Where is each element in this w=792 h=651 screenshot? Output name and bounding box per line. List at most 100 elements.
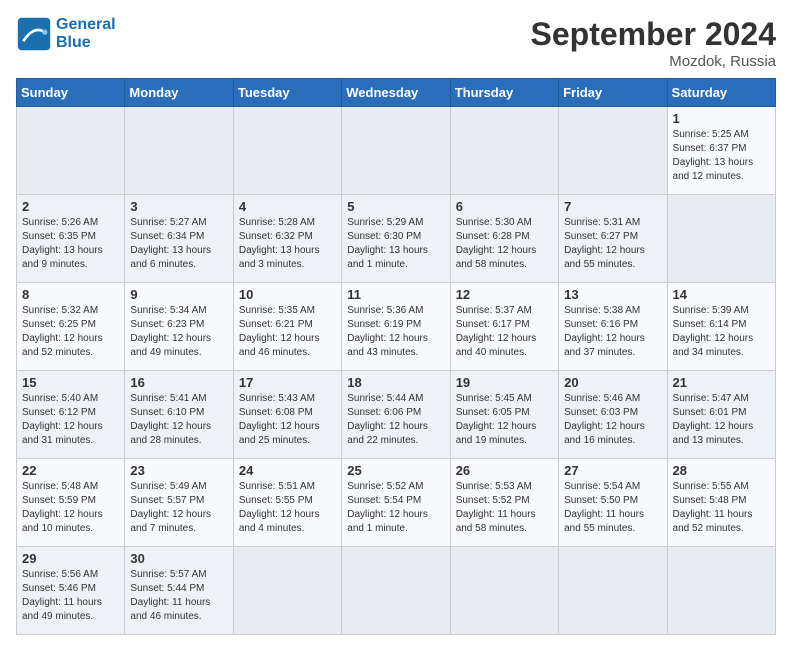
calendar-cell: 10 Sunrise: 5:35 AMSunset: 6:21 PMDayligh…: [233, 283, 341, 371]
day-number: 25: [347, 463, 444, 478]
calendar-cell: [667, 547, 775, 635]
cell-info: Sunrise: 5:46 AMSunset: 6:03 PMDaylight:…: [564, 392, 661, 448]
header-day-tuesday: Tuesday: [233, 79, 341, 107]
week-row-4: 15Sunrise: 5:40 AMSunset: 6:12 PMDayligh…: [17, 371, 776, 459]
calendar-cell: 12 Sunrise: 5:37 AMSunset: 6:17 PMDayligh…: [450, 283, 558, 371]
title-block: September 2024 Mozdok, Russia: [531, 16, 776, 70]
calendar-cell: 14Sunrise: 5:39 AMSunset: 6:14 PMDayligh…: [667, 283, 775, 371]
day-number: 1: [673, 111, 770, 126]
cell-info: Sunrise: 5:54 AMSunset: 5:50 PMDaylight:…: [564, 480, 661, 536]
calendar-cell: 26 Sunrise: 5:53 AMSunset: 5:52 PMDayligh…: [450, 459, 558, 547]
cell-info: Sunrise: 5:36 AMSunset: 6:19 PMDaylight:…: [347, 304, 444, 360]
calendar-cell: 30Sunrise: 5:57 AMSunset: 5:44 PMDayligh…: [125, 547, 233, 635]
week-row-1: 1 Sunrise: 5:25 AMSunset: 6:37 PMDaylight…: [17, 107, 776, 195]
day-number: 10: [239, 287, 336, 302]
week-row-2: 2Sunrise: 5:26 AMSunset: 6:35 PMDaylight…: [17, 195, 776, 283]
day-number: 26: [456, 463, 553, 478]
calendar-cell: [342, 547, 450, 635]
day-number: 5: [347, 199, 444, 214]
day-number: 18: [347, 375, 444, 390]
cell-info: Sunrise: 5:34 AMSunset: 6:23 PMDaylight:…: [130, 304, 227, 360]
calendar-cell: 18 Sunrise: 5:44 AMSunset: 6:06 PMDayligh…: [342, 371, 450, 459]
calendar-cell: 24Sunrise: 5:51 AMSunset: 5:55 PMDayligh…: [233, 459, 341, 547]
calendar-cell: 9 Sunrise: 5:34 AMSunset: 6:23 PMDaylight…: [125, 283, 233, 371]
cell-info: Sunrise: 5:26 AMSunset: 6:35 PMDaylight:…: [22, 216, 119, 272]
header-day-wednesday: Wednesday: [342, 79, 450, 107]
header-day-friday: Friday: [559, 79, 667, 107]
cell-info: Sunrise: 5:53 AMSunset: 5:52 PMDaylight:…: [456, 480, 553, 536]
day-number: 13: [564, 287, 661, 302]
cell-info: Sunrise: 5:49 AMSunset: 5:57 PMDaylight:…: [130, 480, 227, 536]
cell-info: Sunrise: 5:37 AMSunset: 6:17 PMDaylight:…: [456, 304, 553, 360]
month-title: September 2024: [531, 16, 776, 53]
day-number: 4: [239, 199, 336, 214]
cell-info: Sunrise: 5:40 AMSunset: 6:12 PMDaylight:…: [22, 392, 119, 448]
day-number: 29: [22, 551, 119, 566]
calendar-cell: 8 Sunrise: 5:32 AMSunset: 6:25 PMDaylight…: [17, 283, 125, 371]
day-number: 23: [130, 463, 227, 478]
calendar-table: SundayMondayTuesdayWednesdayThursdayFrid…: [16, 78, 776, 635]
cell-info: Sunrise: 5:57 AMSunset: 5:44 PMDaylight:…: [130, 568, 227, 624]
cell-info: Sunrise: 5:45 AMSunset: 6:05 PMDaylight:…: [456, 392, 553, 448]
header-day-sunday: Sunday: [17, 79, 125, 107]
calendar-cell: 21Sunrise: 5:47 AMSunset: 6:01 PMDayligh…: [667, 371, 775, 459]
calendar-cell: [667, 195, 775, 283]
cell-info: Sunrise: 5:41 AMSunset: 6:10 PMDaylight:…: [130, 392, 227, 448]
calendar-cell: 7 Sunrise: 5:31 AMSunset: 6:27 PMDaylight…: [559, 195, 667, 283]
cell-info: Sunrise: 5:31 AMSunset: 6:27 PMDaylight:…: [564, 216, 661, 272]
calendar-cell: [450, 547, 558, 635]
day-number: 3: [130, 199, 227, 214]
day-number: 22: [22, 463, 119, 478]
calendar-cell: 1 Sunrise: 5:25 AMSunset: 6:37 PMDaylight…: [667, 107, 775, 195]
cell-info: Sunrise: 5:30 AMSunset: 6:28 PMDaylight:…: [456, 216, 553, 272]
day-number: 7: [564, 199, 661, 214]
calendar-header: SundayMondayTuesdayWednesdayThursdayFrid…: [17, 79, 776, 107]
calendar-cell: [125, 107, 233, 195]
day-number: 16: [130, 375, 227, 390]
calendar-cell: 4 Sunrise: 5:28 AMSunset: 6:32 PMDaylight…: [233, 195, 341, 283]
cell-info: Sunrise: 5:43 AMSunset: 6:08 PMDaylight:…: [239, 392, 336, 448]
day-number: 28: [673, 463, 770, 478]
calendar-cell: 22 Sunrise: 5:48 AMSunset: 5:59 PMDayligh…: [17, 459, 125, 547]
calendar-cell: [450, 107, 558, 195]
calendar-cell: 28 Sunrise: 5:55 AMSunset: 5:48 PMDayligh…: [667, 459, 775, 547]
day-number: 21: [673, 375, 770, 390]
calendar-cell: [17, 107, 125, 195]
calendar-cell: [233, 107, 341, 195]
day-number: 9: [130, 287, 227, 302]
day-number: 17: [239, 375, 336, 390]
day-number: 8: [22, 287, 119, 302]
cell-info: Sunrise: 5:52 AMSunset: 5:54 PMDaylight:…: [347, 480, 444, 536]
cell-info: Sunrise: 5:56 AMSunset: 5:46 PMDaylight:…: [22, 568, 119, 624]
calendar-cell: [559, 547, 667, 635]
calendar-cell: 13Sunrise: 5:38 AMSunset: 6:16 PMDayligh…: [559, 283, 667, 371]
cell-info: Sunrise: 5:44 AMSunset: 6:06 PMDaylight:…: [347, 392, 444, 448]
logo-icon: [16, 16, 52, 52]
calendar-cell: [559, 107, 667, 195]
header-day-saturday: Saturday: [667, 79, 775, 107]
calendar-cell: 15Sunrise: 5:40 AMSunset: 6:12 PMDayligh…: [17, 371, 125, 459]
calendar-cell: 29 Sunrise: 5:56 AMSunset: 5:46 PMDayligh…: [17, 547, 125, 635]
cell-info: Sunrise: 5:27 AMSunset: 6:34 PMDaylight:…: [130, 216, 227, 272]
cell-info: Sunrise: 5:28 AMSunset: 6:32 PMDaylight:…: [239, 216, 336, 272]
day-number: 27: [564, 463, 661, 478]
week-row-5: 22 Sunrise: 5:48 AMSunset: 5:59 PMDayligh…: [17, 459, 776, 547]
logo-text: General Blue: [56, 16, 116, 52]
location: Mozdok, Russia: [531, 53, 776, 70]
calendar-cell: 16 Sunrise: 5:41 AMSunset: 6:10 PMDayligh…: [125, 371, 233, 459]
week-row-3: 8 Sunrise: 5:32 AMSunset: 6:25 PMDaylight…: [17, 283, 776, 371]
cell-info: Sunrise: 5:55 AMSunset: 5:48 PMDaylight:…: [673, 480, 770, 536]
calendar-cell: [233, 547, 341, 635]
cell-info: Sunrise: 5:25 AMSunset: 6:37 PMDaylight:…: [673, 128, 770, 184]
cell-info: Sunrise: 5:35 AMSunset: 6:21 PMDaylight:…: [239, 304, 336, 360]
cell-info: Sunrise: 5:32 AMSunset: 6:25 PMDaylight:…: [22, 304, 119, 360]
calendar-cell: [342, 107, 450, 195]
day-number: 14: [673, 287, 770, 302]
calendar-cell: 17 Sunrise: 5:43 AMSunset: 6:08 PMDayligh…: [233, 371, 341, 459]
cell-info: Sunrise: 5:48 AMSunset: 5:59 PMDaylight:…: [22, 480, 119, 536]
page-header: General Blue September 2024 Mozdok, Russ…: [16, 16, 776, 70]
calendar-cell: 11Sunrise: 5:36 AMSunset: 6:19 PMDayligh…: [342, 283, 450, 371]
day-number: 12: [456, 287, 553, 302]
calendar-cell: 2Sunrise: 5:26 AMSunset: 6:35 PMDaylight…: [17, 195, 125, 283]
calendar-cell: 25 Sunrise: 5:52 AMSunset: 5:54 PMDayligh…: [342, 459, 450, 547]
